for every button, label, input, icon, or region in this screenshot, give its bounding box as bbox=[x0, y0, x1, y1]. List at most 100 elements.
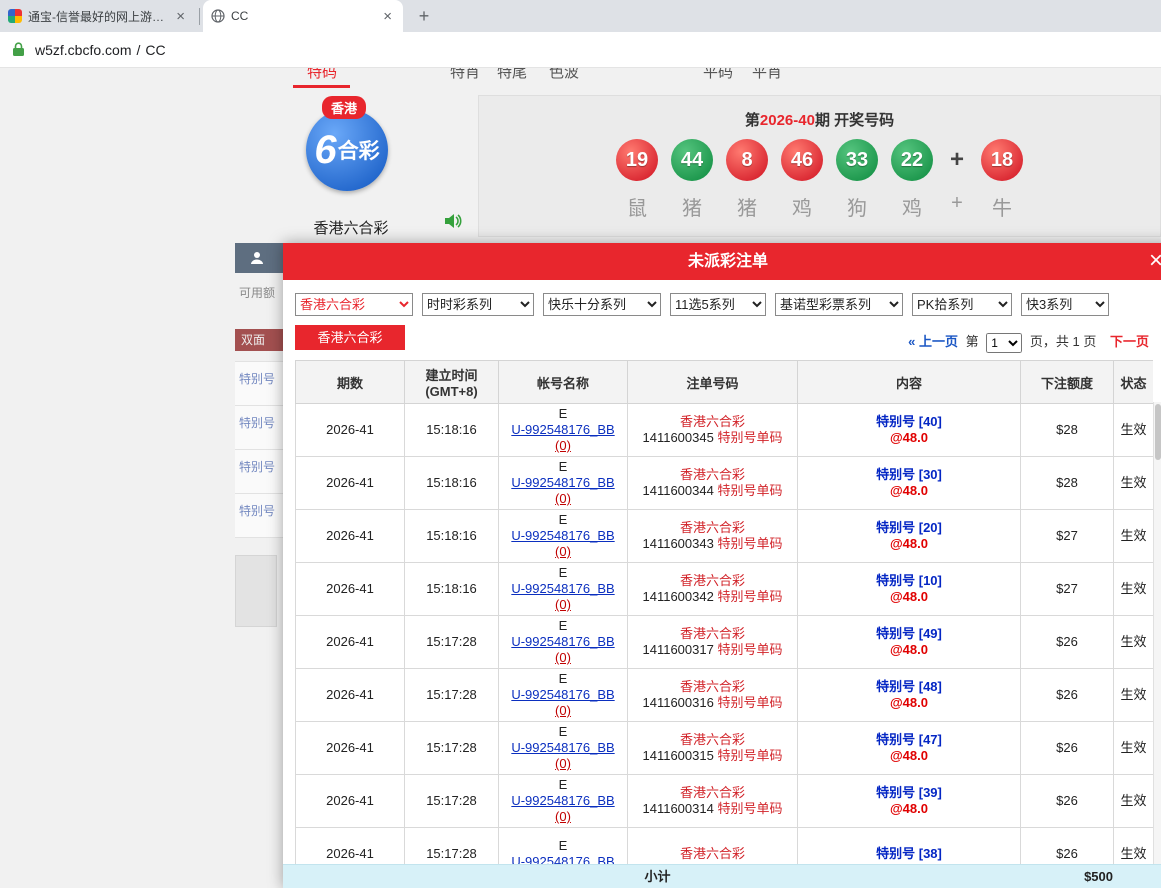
subtotal-amount: $500 bbox=[1020, 865, 1113, 888]
url-separator: / bbox=[136, 42, 140, 58]
nav-item-sebo[interactable]: 色波 bbox=[549, 68, 579, 82]
filter-select-k3[interactable]: 快3系列 bbox=[1021, 293, 1109, 316]
cell-content: 特别号 [48] @48.0 bbox=[798, 669, 1021, 722]
bet-odds: @48.0 bbox=[802, 589, 1016, 605]
close-icon[interactable]: × bbox=[1149, 243, 1161, 279]
cell-status: 生效 bbox=[1114, 563, 1154, 616]
table-row: 2026-41 15:17:28 E U-992548176_BB (0) 香港… bbox=[296, 722, 1154, 775]
tab1-close-icon[interactable]: × bbox=[173, 8, 188, 25]
cell-status: 生效 bbox=[1114, 722, 1154, 775]
account-link[interactable]: U-992548176_BB bbox=[511, 854, 614, 864]
prev-page-link[interactable]: « 上一页 bbox=[908, 334, 958, 349]
bet-type: 特别号单码 bbox=[717, 642, 782, 657]
cell-status: 生效 bbox=[1114, 510, 1154, 563]
cell-account: E U-992548176_BB (0) bbox=[499, 404, 628, 457]
account-extra[interactable]: (0) bbox=[555, 491, 571, 506]
special-ball-column: 18 牛 bbox=[979, 139, 1025, 221]
cell-amount: $28 bbox=[1021, 404, 1114, 457]
cell-status: 生效 bbox=[1114, 775, 1154, 828]
bet-number: 1411600344 bbox=[643, 483, 714, 498]
table-row: 2026-41 15:18:16 E U-992548176_BB (0) 香港… bbox=[296, 563, 1154, 616]
table-row: 2026-41 15:18:16 E U-992548176_BB (0) 香港… bbox=[296, 510, 1154, 563]
account-link[interactable]: U-992548176_BB bbox=[511, 687, 614, 702]
filter-select-klsf[interactable]: 快乐十分系列 bbox=[543, 293, 661, 316]
account-link[interactable]: U-992548176_BB bbox=[511, 422, 614, 437]
account-extra[interactable]: (0) bbox=[555, 703, 571, 718]
zodiac-label: 鸡 bbox=[792, 192, 812, 221]
table-row: 2026-41 15:18:16 E U-992548176_BB (0) 香港… bbox=[296, 404, 1154, 457]
bet-type-item[interactable]: 特别号 bbox=[235, 450, 283, 494]
lock-icon[interactable] bbox=[12, 42, 25, 57]
bet-odds: @48.0 bbox=[802, 642, 1016, 658]
account-extra[interactable]: (0) bbox=[555, 809, 571, 824]
active-lottery-tab[interactable]: 香港六合彩 bbox=[295, 325, 405, 350]
table-row: 2026-41 15:17:28 E U-992548176_BB (0) 香港… bbox=[296, 775, 1154, 828]
cell-content: 特别号 [40] @48.0 bbox=[798, 404, 1021, 457]
filter-select-11x5[interactable]: 11选5系列 bbox=[670, 293, 766, 316]
account-link[interactable]: U-992548176_BB bbox=[511, 634, 614, 649]
url-bar[interactable]: w5zf.cbcfo.com/CC bbox=[0, 32, 1161, 68]
nav-item-pingma[interactable]: 平码 bbox=[703, 68, 733, 82]
bet-number: 1411600317 bbox=[643, 642, 714, 657]
page-select[interactable]: 1 bbox=[986, 333, 1022, 353]
bet-type-item[interactable]: 特别号 bbox=[235, 406, 283, 450]
account-link[interactable]: U-992548176_BB bbox=[511, 740, 614, 755]
cell-account: E U-992548176_BB (0) bbox=[499, 457, 628, 510]
cell-status: 生效 bbox=[1114, 828, 1154, 865]
table-row: 2026-41 15:17:28 E U-992548176_BB 香港六合彩 bbox=[296, 828, 1154, 865]
filter-select-mark6[interactable]: 香港六合彩 bbox=[295, 293, 413, 316]
nav-item-tema[interactable]: 特码 bbox=[307, 68, 337, 82]
cell-betno: 香港六合彩 1411600345 特别号单码 bbox=[628, 404, 798, 457]
account-extra[interactable]: (0) bbox=[555, 597, 571, 612]
table-scrollbar[interactable] bbox=[1153, 402, 1161, 864]
cell-account: E U-992548176_BB (0) bbox=[499, 669, 628, 722]
double-side-tab[interactable]: 双面 bbox=[235, 329, 283, 351]
bet-number: 1411600342 bbox=[643, 589, 714, 604]
cell-content: 特别号 [30] @48.0 bbox=[798, 457, 1021, 510]
cell-status: 生效 bbox=[1114, 669, 1154, 722]
nav-item-pingxiao[interactable]: 平肖 bbox=[752, 68, 782, 82]
nav-item-texiao[interactable]: 特肖 bbox=[450, 68, 480, 82]
cell-content: 特别号 [47] @48.0 bbox=[798, 722, 1021, 775]
lottery-ball: 44 bbox=[671, 139, 713, 181]
account-link[interactable]: U-992548176_BB bbox=[511, 475, 614, 490]
left-panel-strip: 可用额 双面 特别号 特别号 特别号 特别号 bbox=[235, 243, 283, 888]
account-link[interactable]: U-992548176_BB bbox=[511, 793, 614, 808]
filter-select-pk10[interactable]: PK拾系列 bbox=[912, 293, 1012, 316]
plus-sign-small: + bbox=[951, 192, 963, 215]
filter-select-ssc[interactable]: 时时彩系列 bbox=[422, 293, 534, 316]
bet-type-item[interactable]: 特别号 bbox=[235, 494, 283, 538]
left-panel-box bbox=[235, 555, 277, 627]
scrollbar-thumb[interactable] bbox=[1155, 404, 1161, 460]
bet-lottery: 香港六合彩 bbox=[632, 785, 793, 801]
account-extra[interactable]: (0) bbox=[555, 650, 571, 665]
draw-balls-row: 19 鼠 44 猪 8 猪 46 鸡 33 狗 bbox=[479, 139, 1160, 221]
account-link[interactable]: U-992548176_BB bbox=[511, 581, 614, 596]
cell-content: 特别号 [49] @48.0 bbox=[798, 616, 1021, 669]
bet-odds: @48.0 bbox=[802, 695, 1016, 711]
cell-time: 15:18:16 bbox=[405, 563, 499, 616]
account-extra[interactable]: (0) bbox=[555, 438, 571, 453]
cell-account: E U-992548176_BB bbox=[499, 828, 628, 865]
browser-tab-1[interactable]: 通宝-信誉最好的网上游戏平 × bbox=[0, 0, 196, 32]
ball-column: 8 猪 bbox=[724, 139, 770, 221]
cell-account: E U-992548176_BB (0) bbox=[499, 722, 628, 775]
browser-tab-2[interactable]: CC × bbox=[203, 0, 403, 32]
nav-item-tewei[interactable]: 特尾 bbox=[497, 68, 527, 82]
speaker-icon[interactable] bbox=[443, 211, 463, 231]
tab2-close-icon[interactable]: × bbox=[380, 8, 395, 25]
col-status: 状态 bbox=[1114, 361, 1154, 404]
bet-type-item[interactable]: 特别号 bbox=[235, 362, 283, 406]
cell-amount: $26 bbox=[1021, 828, 1114, 865]
cell-content: 特别号 [39] @48.0 bbox=[798, 775, 1021, 828]
bet-odds: @48.0 bbox=[802, 748, 1016, 764]
account-link[interactable]: U-992548176_BB bbox=[511, 528, 614, 543]
filter-select-keno[interactable]: 基诺型彩票系列 bbox=[775, 293, 903, 316]
account-extra[interactable]: (0) bbox=[555, 544, 571, 559]
page-total-label: 页，共 1 页 bbox=[1030, 334, 1096, 349]
account-extra[interactable]: (0) bbox=[555, 756, 571, 771]
cell-time: 15:18:16 bbox=[405, 510, 499, 563]
new-tab-button[interactable]: + bbox=[411, 3, 437, 29]
browser-window: 通宝-信誉最好的网上游戏平 × CC × + w5zf.cbcfo.com/CC… bbox=[0, 0, 1161, 888]
next-page-link[interactable]: 下一页 bbox=[1110, 334, 1149, 349]
